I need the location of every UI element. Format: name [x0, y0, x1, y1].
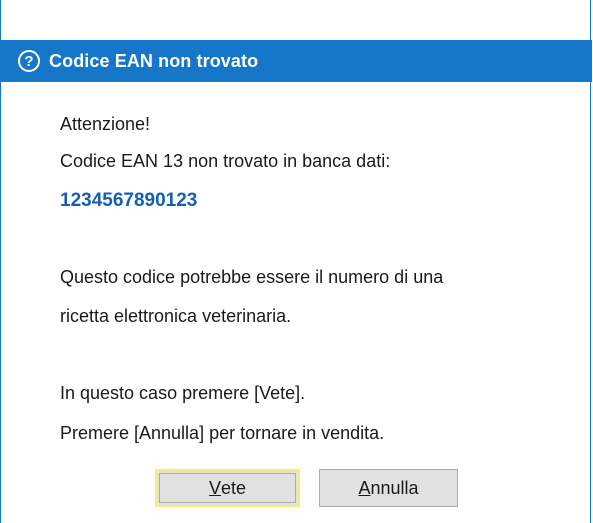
dialog-window: ? Codice EAN non trovato Attenzione! Cod… — [0, 0, 592, 523]
dialog-titlebar: ? Codice EAN non trovato — [1, 40, 592, 82]
annulla-button-label: nnulla — [370, 477, 419, 498]
question-circle-icon: ? — [18, 50, 40, 72]
message-hint-line1: Questo codice potrebbe essere il numero … — [60, 267, 444, 287]
vete-button[interactable]: Vete — [155, 469, 300, 507]
dialog-title: Codice EAN non trovato — [49, 50, 259, 71]
message-attention: Attenzione! — [60, 114, 151, 134]
vete-button-face[interactable]: Vete — [159, 473, 296, 503]
ean-code: 1234567890123 — [60, 190, 198, 211]
annulla-button[interactable]: Annulla — [319, 469, 458, 507]
vete-button-mnemonic: V — [208, 477, 221, 498]
vete-button-label: ete — [220, 477, 247, 498]
message-not-found: Codice EAN 13 non trovato in banca dati: — [60, 151, 391, 171]
annulla-button-mnemonic: A — [358, 477, 371, 498]
message-instruction-annulla: Premere [Annulla] per tornare in vendita… — [60, 423, 385, 443]
message-hint-line2: ricetta elettronica veterinaria. — [60, 306, 292, 326]
message-instruction-vete: In questo caso premere [Vete]. — [60, 383, 306, 403]
